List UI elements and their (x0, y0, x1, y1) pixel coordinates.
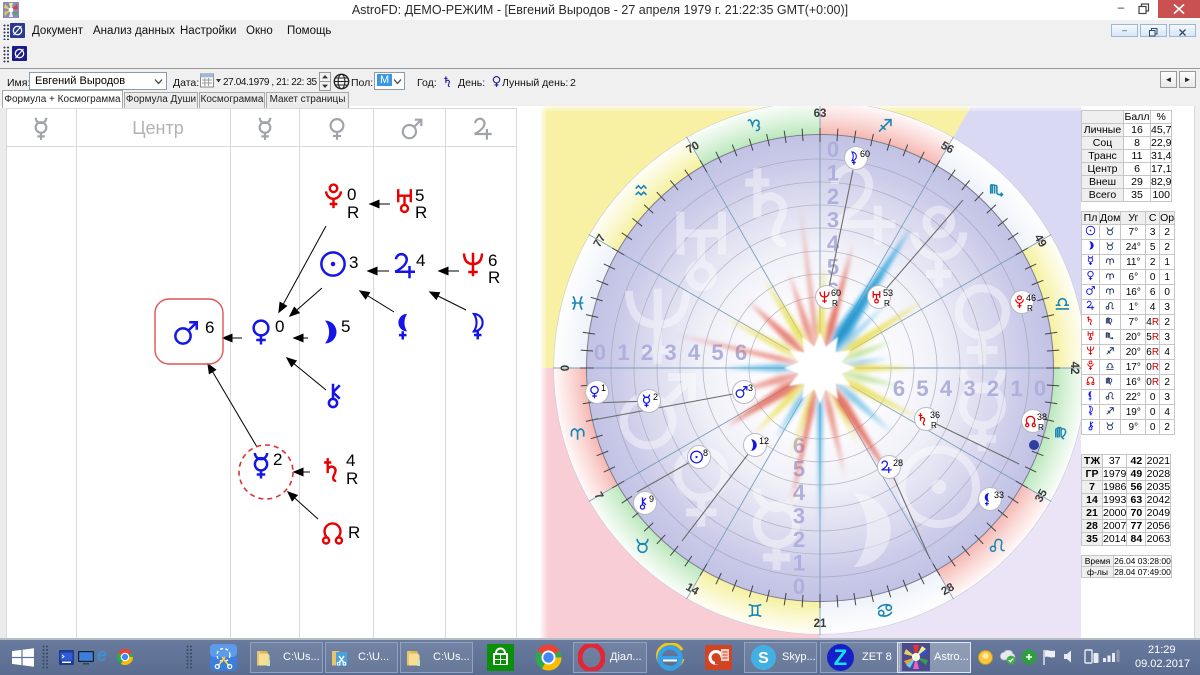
svg-text:6: 6 (205, 318, 214, 337)
svg-text:4: 4 (416, 251, 425, 270)
svg-text:2: 2 (273, 450, 282, 469)
svg-text:R: R (348, 523, 360, 542)
svg-text:60: 60 (831, 288, 841, 298)
svg-text:Центр: Центр (132, 118, 184, 138)
svg-text:1: 1 (793, 551, 805, 576)
svg-text:1: 1 (617, 340, 629, 365)
svg-text:4: 4 (940, 376, 953, 401)
svg-text:63: 63 (814, 108, 827, 120)
svg-text:3: 3 (827, 208, 839, 233)
svg-text:S: S (758, 650, 769, 667)
svg-text:0: 0 (594, 340, 606, 365)
svg-text:2: 2 (793, 527, 805, 552)
svg-text:3: 3 (748, 383, 753, 393)
svg-text:1: 1 (601, 383, 606, 393)
svg-text:38: 38 (1037, 412, 1047, 422)
svg-text:9: 9 (649, 494, 654, 504)
svg-text:12: 12 (759, 436, 769, 446)
svg-text:R: R (488, 268, 500, 287)
svg-text:3: 3 (664, 340, 676, 365)
svg-text:R: R (1027, 304, 1033, 313)
svg-text:R: R (884, 299, 890, 308)
svg-text:8: 8 (703, 448, 708, 458)
svg-text:R: R (415, 203, 427, 222)
svg-text:53: 53 (883, 288, 893, 298)
svg-text:36: 36 (930, 410, 940, 420)
svg-text:R: R (347, 203, 359, 222)
svg-text:42: 42 (1068, 362, 1080, 375)
svg-text:0: 0 (1034, 376, 1046, 401)
svg-text:3: 3 (793, 504, 805, 529)
svg-text:60: 60 (860, 149, 870, 159)
svg-text:4: 4 (346, 451, 355, 470)
svg-text:4: 4 (688, 340, 701, 365)
svg-text:Z: Z (834, 645, 847, 670)
svg-text:2: 2 (653, 392, 658, 402)
svg-text:46: 46 (1026, 293, 1036, 303)
svg-text:3: 3 (349, 253, 358, 272)
svg-text:6: 6 (893, 376, 905, 401)
svg-text:5: 5 (916, 376, 928, 401)
svg-text:2: 2 (987, 376, 999, 401)
svg-text:R: R (346, 469, 358, 488)
svg-text:R: R (931, 421, 937, 430)
svg-text:0: 0 (560, 365, 572, 371)
svg-text:33: 33 (994, 490, 1004, 500)
svg-text:28: 28 (893, 458, 903, 468)
svg-text:5: 5 (341, 317, 350, 336)
svg-text:21: 21 (814, 618, 827, 630)
svg-text:3: 3 (963, 376, 975, 401)
svg-text:1: 1 (1010, 376, 1022, 401)
svg-text:0: 0 (347, 185, 356, 204)
svg-text:1: 1 (827, 161, 839, 186)
svg-text:R: R (1038, 423, 1044, 432)
svg-text:R: R (832, 299, 838, 308)
svg-text:2: 2 (827, 184, 839, 209)
svg-text:2: 2 (641, 340, 653, 365)
svg-text:0: 0 (275, 317, 284, 336)
